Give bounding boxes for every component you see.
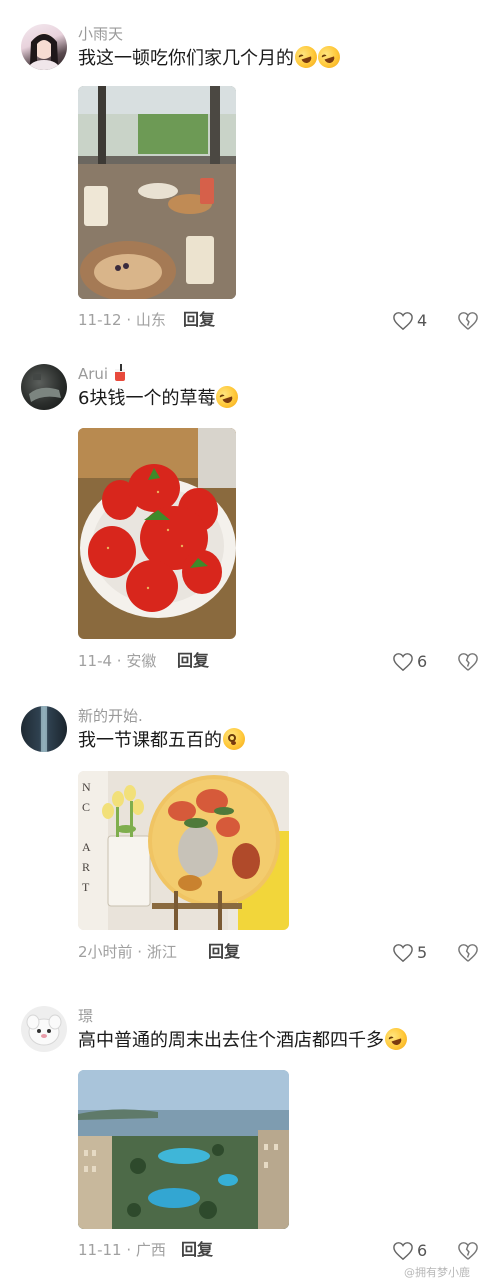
laughing-emoji-icon [315,43,343,71]
laughing-emoji-icon [292,43,320,71]
comment-photo[interactable] [78,1070,289,1229]
heart-outline-icon [393,653,413,672]
comment-text-content: 高中普通的周末出去住个酒店都四千多 [78,1030,384,1051]
heart-outline-icon [393,944,413,963]
comment-text-content: 我一节课都五百的 [78,730,222,751]
svg-text:A: A [82,840,91,854]
like-count: 6 [417,1241,428,1260]
broken-heart-icon[interactable] [457,311,479,331]
comment-meta: 11-11 · 广西 [78,1241,166,1259]
username[interactable]: 小雨天 [78,24,123,44]
comment-text-content: 我这一顿吃你们家几个月的 [78,48,294,69]
username-text: Arui [78,365,109,383]
reply-button[interactable]: 回复 [208,942,240,962]
username[interactable]: 璟 [78,1006,93,1026]
username[interactable]: 新的开始. [78,706,143,726]
avatar[interactable] [21,364,67,410]
reply-button[interactable]: 回复 [181,1240,213,1260]
reply-button[interactable]: 回复 [177,651,209,671]
comment-text-content: 6块钱一个的草莓 [78,388,216,409]
laughing-emoji-icon [213,383,242,411]
heart-outline-icon [393,312,413,331]
broken-heart-icon[interactable] [457,943,479,963]
comment-text: 6块钱一个的草莓 [78,383,242,412]
like-button[interactable]: 6 [392,652,427,672]
like-count: 4 [417,311,428,330]
avatar[interactable] [21,24,67,70]
comment-meta: 2小时前 · 浙江 [78,943,177,961]
avatar[interactable] [21,706,67,752]
reply-button[interactable]: 回复 [183,310,215,330]
broken-heart-icon[interactable] [457,1241,479,1261]
comment-photo[interactable] [78,86,236,299]
like-count: 5 [417,943,428,962]
comment-text: 我这一顿吃你们家几个月的 [78,43,343,72]
watermark: @拥有梦小鹿 [404,1266,470,1279]
flushed-face-emoji-icon [223,728,245,750]
svg-text:C: C [82,800,90,814]
svg-text:N: N [82,780,91,794]
comment-meta: 11-12 · 山东 [78,311,166,329]
comment-meta: 11-4 · 安徽 [78,652,157,670]
broken-heart-icon[interactable] [457,652,479,672]
like-button[interactable]: 6 [392,1241,427,1261]
comment-text: 高中普通的周末出去住个酒店都四千多 [78,1025,410,1054]
username[interactable]: Arui [78,364,127,384]
like-count: 6 [417,652,428,671]
comment-text: 我一节课都五百的 [78,728,245,754]
comment-photo[interactable]: NC ART [78,771,289,930]
like-button[interactable]: 4 [392,311,427,331]
like-button[interactable]: 5 [392,943,427,963]
heart-outline-icon [393,1242,413,1261]
svg-text:T: T [82,880,90,894]
laughing-emoji-icon [382,1025,410,1053]
avatar[interactable] [21,1006,67,1052]
drink-cup-icon [114,364,125,381]
comment-photo[interactable] [78,428,236,639]
svg-text:R: R [82,860,90,874]
